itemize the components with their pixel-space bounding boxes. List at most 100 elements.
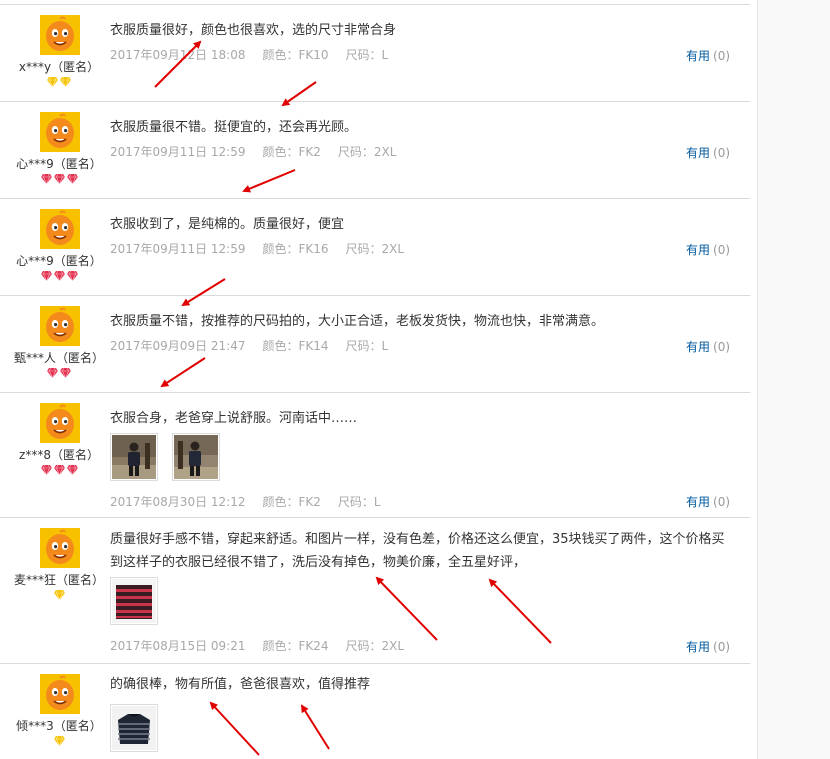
page-edge-line [757,0,758,759]
red-diamond-icon [60,368,71,378]
avatar[interactable] [40,209,80,249]
reviewer-name: x***y（匿名） [18,60,100,74]
helpful-count: (0) [713,243,731,257]
red-diamond-icon [40,174,52,184]
review-list: x***y（匿名） 衣服质量很好，颜色也很喜欢，选的尺寸非常合身 2017年09… [0,0,750,759]
avatar[interactable] [40,112,80,152]
review-text: 衣服质量很好，颜色也很喜欢，选的尺寸非常合身 [110,23,397,38]
helpful-label[interactable]: 有用 [686,49,710,63]
red-diamond-icon [40,271,52,281]
review-text: 质量很好手感不错，穿起来舒适。和图片一样，没有色差，价格还这么便宜，35块钱买了… [110,532,725,570]
product-size: 尺码：L [345,48,389,62]
review-date: 2017年09月11日 12:59 [110,242,246,256]
product-size: 尺码：2XL [337,145,397,159]
mascot-avatar-icon [40,15,80,55]
review-meta: 2017年08月15日 09:21 颜色：FK24 尺码：2XL [110,637,404,654]
product-color: 颜色：FK16 [262,242,329,256]
review-images [110,433,229,481]
review-date: 2017年09月09日 21:47 [110,339,246,353]
page-side-background [758,0,830,759]
review-images [110,577,167,625]
avatar[interactable] [40,403,80,443]
review-item: x***y（匿名） 衣服质量很好，颜色也很喜欢，选的尺寸非常合身 2017年09… [0,5,750,100]
helpful-button[interactable]: 有用 (0) [686,638,730,655]
member-level-icons [0,465,118,477]
avatar[interactable] [40,674,80,714]
helpful-button[interactable]: 有用 (0) [686,493,730,510]
red-diamond-icon [66,271,78,281]
review-photo-thumbnail[interactable] [110,577,158,625]
gold-diamond-icon [53,736,65,746]
helpful-button[interactable]: 有用 (0) [686,338,730,355]
reviewer-name: 甄***人（匿名） [13,351,104,365]
red-diamond-icon [53,174,65,184]
member-level-icons [0,174,118,186]
review-text: 衣服质量很不错。挺便宜的，还会再光顾。 [110,120,358,135]
avatar[interactable] [40,306,80,346]
helpful-button[interactable]: 有用 (0) [686,144,730,161]
review-images [110,704,167,752]
review-text: 衣服合身，老爸穿上说舒服。河南话中…… [110,411,358,426]
review-meta: 2017年09月12日 18:08 颜色：FK10 尺码：L [110,46,388,63]
helpful-label[interactable]: 有用 [686,495,710,509]
reviewer-name: 麦***狂（匿名） [13,573,104,587]
helpful-count: (0) [713,640,731,654]
gold-diamond-icon [47,77,58,87]
product-size: 尺码：2XL [345,639,405,653]
helpful-count: (0) [713,495,731,509]
member-level-icons [0,77,118,89]
reviewer-name: 心***9（匿名） [16,254,102,268]
review-item: z***8（匿名） 衣服合身，老爸穿上说舒服。河南话中…… 2017年08月30… [0,393,750,517]
member-level-icons [0,590,118,602]
product-size: 尺码：L [337,495,381,509]
product-size: 尺码：L [345,339,389,353]
product-color: 颜色：FK14 [262,339,329,353]
gold-diamond-icon [53,590,65,600]
mascot-avatar-icon [40,306,80,346]
mascot-avatar-icon [40,674,80,714]
reviewer-name: 倾***3（匿名） [16,719,102,733]
helpful-count: (0) [713,146,731,160]
review-item: 甄***人（匿名） 衣服质量不错，按推荐的尺码拍的，大小正合适，老板发货快，物流… [0,296,750,391]
red-diamond-icon [53,465,65,475]
red-diamond-icon [47,368,58,378]
red-diamond-icon [66,174,78,184]
review-meta: 2017年09月11日 12:59 颜色：FK2 尺码：2XL [110,143,396,160]
review-item: 心***9（匿名） 衣服收到了，是纯棉的。质量很好，便宜 2017年09月11日… [0,199,750,294]
product-color: 颜色：FK2 [262,145,321,159]
gold-diamond-icon [60,77,71,87]
helpful-label[interactable]: 有用 [686,146,710,160]
helpful-count: (0) [713,340,731,354]
review-text: 衣服质量不错，按推荐的尺码拍的，大小正合适，老板发货快，物流也快，非常满意。 [110,314,605,329]
review-date: 2017年08月15日 09:21 [110,639,246,653]
reviewer-name: 心***9（匿名） [16,157,102,171]
mascot-avatar-icon [40,528,80,568]
review-photo-thumbnail[interactable] [172,433,221,481]
red-diamond-icon [40,465,52,475]
member-level-icons [0,368,118,380]
review-photo-thumbnail[interactable] [110,704,158,752]
helpful-label[interactable]: 有用 [686,640,710,654]
review-item: 心***9（匿名） 衣服质量很不错。挺便宜的，还会再光顾。 2017年09月11… [0,102,750,197]
helpful-count: (0) [713,49,731,63]
red-diamond-icon [53,271,65,281]
helpful-label[interactable]: 有用 [686,340,710,354]
member-level-icons [0,736,118,748]
review-date: 2017年09月12日 18:08 [110,48,246,62]
review-meta: 2017年09月11日 12:59 颜色：FK16 尺码：2XL [110,240,404,257]
product-size: 尺码：2XL [345,242,405,256]
mascot-avatar-icon [40,403,80,443]
red-diamond-icon [66,465,78,475]
review-meta: 2017年08月30日 12:12 颜色：FK2 尺码：L [110,493,381,510]
review-photo-thumbnail[interactable] [110,433,158,481]
helpful-label[interactable]: 有用 [686,243,710,257]
helpful-button[interactable]: 有用 (0) [686,241,730,258]
avatar[interactable] [40,528,80,568]
avatar[interactable] [40,15,80,55]
product-color: 颜色：FK2 [262,495,321,509]
review-text: 衣服收到了，是纯棉的。质量很好，便宜 [110,217,345,232]
mascot-avatar-icon [40,112,80,152]
helpful-button[interactable]: 有用 (0) [686,47,730,64]
review-meta: 2017年09月09日 21:47 颜色：FK14 尺码：L [110,337,388,354]
member-level-icons [0,271,118,283]
